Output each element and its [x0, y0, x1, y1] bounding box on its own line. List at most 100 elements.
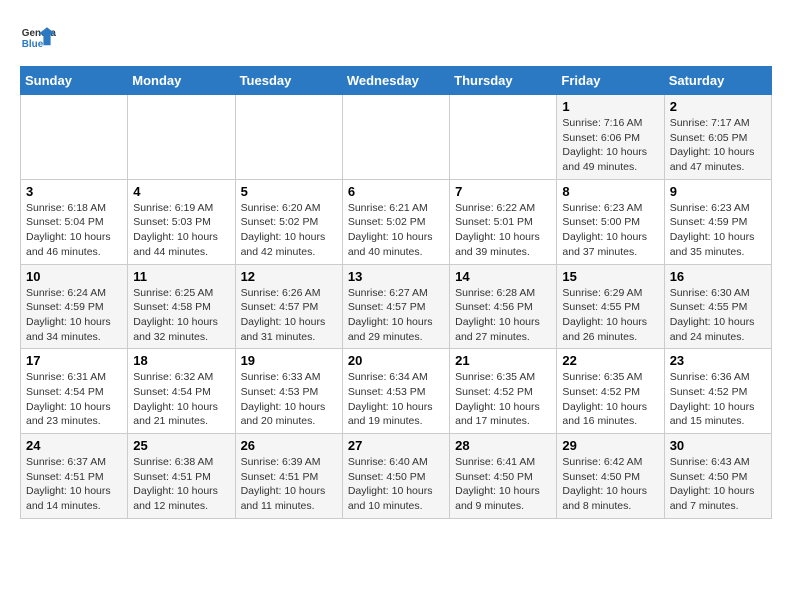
day-info: Sunrise: 6:35 AM Sunset: 4:52 PM Dayligh… — [562, 370, 658, 429]
svg-text:Blue: Blue — [22, 39, 44, 50]
day-number: 27 — [348, 438, 444, 453]
day-info: Sunrise: 6:34 AM Sunset: 4:53 PM Dayligh… — [348, 370, 444, 429]
day-info: Sunrise: 6:27 AM Sunset: 4:57 PM Dayligh… — [348, 286, 444, 345]
day-number: 7 — [455, 184, 551, 199]
weekday-header-saturday: Saturday — [664, 67, 771, 95]
day-cell — [235, 95, 342, 180]
weekday-header-sunday: Sunday — [21, 67, 128, 95]
day-info: Sunrise: 6:40 AM Sunset: 4:50 PM Dayligh… — [348, 455, 444, 514]
day-cell: 13 Sunrise: 6:27 AM Sunset: 4:57 PM Dayli… — [342, 264, 449, 349]
weekday-header-friday: Friday — [557, 67, 664, 95]
week-row-4: 17 Sunrise: 6:31 AM Sunset: 4:54 PM Dayli… — [21, 349, 772, 434]
day-cell: 15 Sunrise: 6:29 AM Sunset: 4:55 PM Dayli… — [557, 264, 664, 349]
week-row-2: 3Sunrise: 6:18 AM Sunset: 5:04 PM Daylig… — [21, 179, 772, 264]
day-number: 28 — [455, 438, 551, 453]
day-info: Sunrise: 6:31 AM Sunset: 4:54 PM Dayligh… — [26, 370, 122, 429]
day-info: Sunrise: 6:24 AM Sunset: 4:59 PM Dayligh… — [26, 286, 122, 345]
day-info: Sunrise: 6:22 AM Sunset: 5:01 PM Dayligh… — [455, 201, 551, 260]
day-cell — [342, 95, 449, 180]
logo-icon: General Blue — [20, 20, 56, 56]
day-number: 29 — [562, 438, 658, 453]
day-number: 13 — [348, 269, 444, 284]
weekday-header-thursday: Thursday — [450, 67, 557, 95]
day-cell: 20 Sunrise: 6:34 AM Sunset: 4:53 PM Dayli… — [342, 349, 449, 434]
day-number: 16 — [670, 269, 766, 284]
weekday-header-monday: Monday — [128, 67, 235, 95]
day-info: Sunrise: 6:19 AM Sunset: 5:03 PM Dayligh… — [133, 201, 229, 260]
weekday-header-wednesday: Wednesday — [342, 67, 449, 95]
day-number: 30 — [670, 438, 766, 453]
logo: General Blue — [20, 20, 56, 56]
calendar-table: SundayMondayTuesdayWednesdayThursdayFrid… — [20, 66, 772, 519]
day-cell: 8Sunrise: 6:23 AM Sunset: 5:00 PM Daylig… — [557, 179, 664, 264]
day-number: 18 — [133, 353, 229, 368]
day-number: 9 — [670, 184, 766, 199]
day-info: Sunrise: 6:33 AM Sunset: 4:53 PM Dayligh… — [241, 370, 337, 429]
day-cell: 28 Sunrise: 6:41 AM Sunset: 4:50 PM Dayli… — [450, 434, 557, 519]
day-info: Sunrise: 6:21 AM Sunset: 5:02 PM Dayligh… — [348, 201, 444, 260]
day-cell: 16 Sunrise: 6:30 AM Sunset: 4:55 PM Dayli… — [664, 264, 771, 349]
day-cell: 26 Sunrise: 6:39 AM Sunset: 4:51 PM Dayli… — [235, 434, 342, 519]
day-info: Sunrise: 6:28 AM Sunset: 4:56 PM Dayligh… — [455, 286, 551, 345]
week-row-3: 10 Sunrise: 6:24 AM Sunset: 4:59 PM Dayli… — [21, 264, 772, 349]
day-number: 19 — [241, 353, 337, 368]
day-info: Sunrise: 6:32 AM Sunset: 4:54 PM Dayligh… — [133, 370, 229, 429]
day-info: Sunrise: 6:43 AM Sunset: 4:50 PM Dayligh… — [670, 455, 766, 514]
day-number: 10 — [26, 269, 122, 284]
day-cell: 17 Sunrise: 6:31 AM Sunset: 4:54 PM Dayli… — [21, 349, 128, 434]
weekday-header-tuesday: Tuesday — [235, 67, 342, 95]
day-cell: 14Sunrise: 6:28 AM Sunset: 4:56 PM Dayli… — [450, 264, 557, 349]
day-cell: 21Sunrise: 6:35 AM Sunset: 4:52 PM Dayli… — [450, 349, 557, 434]
day-cell: 3Sunrise: 6:18 AM Sunset: 5:04 PM Daylig… — [21, 179, 128, 264]
day-info: Sunrise: 6:41 AM Sunset: 4:50 PM Dayligh… — [455, 455, 551, 514]
day-cell: 12 Sunrise: 6:26 AM Sunset: 4:57 PM Dayli… — [235, 264, 342, 349]
day-number: 24 — [26, 438, 122, 453]
day-number: 23 — [670, 353, 766, 368]
calendar-header: SundayMondayTuesdayWednesdayThursdayFrid… — [21, 67, 772, 95]
day-cell: 2Sunrise: 7:17 AM Sunset: 6:05 PM Daylig… — [664, 95, 771, 180]
header: General Blue — [20, 20, 772, 56]
day-number: 20 — [348, 353, 444, 368]
day-cell: 25 Sunrise: 6:38 AM Sunset: 4:51 PM Dayli… — [128, 434, 235, 519]
day-cell — [128, 95, 235, 180]
day-cell: 6 Sunrise: 6:21 AM Sunset: 5:02 PM Daylig… — [342, 179, 449, 264]
day-cell: 30 Sunrise: 6:43 AM Sunset: 4:50 PM Dayli… — [664, 434, 771, 519]
day-info: Sunrise: 6:39 AM Sunset: 4:51 PM Dayligh… — [241, 455, 337, 514]
day-number: 17 — [26, 353, 122, 368]
day-number: 15 — [562, 269, 658, 284]
day-info: Sunrise: 6:37 AM Sunset: 4:51 PM Dayligh… — [26, 455, 122, 514]
day-info: Sunrise: 6:42 AM Sunset: 4:50 PM Dayligh… — [562, 455, 658, 514]
day-number: 2 — [670, 99, 766, 114]
day-info: Sunrise: 6:23 AM Sunset: 4:59 PM Dayligh… — [670, 201, 766, 260]
day-cell: 10 Sunrise: 6:24 AM Sunset: 4:59 PM Dayli… — [21, 264, 128, 349]
day-cell: 11 Sunrise: 6:25 AM Sunset: 4:58 PM Dayli… — [128, 264, 235, 349]
day-number: 26 — [241, 438, 337, 453]
day-cell: 9 Sunrise: 6:23 AM Sunset: 4:59 PM Daylig… — [664, 179, 771, 264]
day-cell: 4Sunrise: 6:19 AM Sunset: 5:03 PM Daylig… — [128, 179, 235, 264]
day-number: 11 — [133, 269, 229, 284]
day-info: Sunrise: 6:38 AM Sunset: 4:51 PM Dayligh… — [133, 455, 229, 514]
day-info: Sunrise: 6:26 AM Sunset: 4:57 PM Dayligh… — [241, 286, 337, 345]
day-cell: 19 Sunrise: 6:33 AM Sunset: 4:53 PM Dayli… — [235, 349, 342, 434]
day-info: Sunrise: 6:35 AM Sunset: 4:52 PM Dayligh… — [455, 370, 551, 429]
weekday-row: SundayMondayTuesdayWednesdayThursdayFrid… — [21, 67, 772, 95]
day-number: 12 — [241, 269, 337, 284]
day-cell: 24 Sunrise: 6:37 AM Sunset: 4:51 PM Dayli… — [21, 434, 128, 519]
day-cell: 22Sunrise: 6:35 AM Sunset: 4:52 PM Dayli… — [557, 349, 664, 434]
day-cell: 5 Sunrise: 6:20 AM Sunset: 5:02 PM Daylig… — [235, 179, 342, 264]
day-number: 25 — [133, 438, 229, 453]
day-info: Sunrise: 6:30 AM Sunset: 4:55 PM Dayligh… — [670, 286, 766, 345]
day-info: Sunrise: 6:29 AM Sunset: 4:55 PM Dayligh… — [562, 286, 658, 345]
day-number: 5 — [241, 184, 337, 199]
week-row-1: 1Sunrise: 7:16 AM Sunset: 6:06 PM Daylig… — [21, 95, 772, 180]
day-info: Sunrise: 6:23 AM Sunset: 5:00 PM Dayligh… — [562, 201, 658, 260]
day-cell: 7 Sunrise: 6:22 AM Sunset: 5:01 PM Daylig… — [450, 179, 557, 264]
day-cell — [21, 95, 128, 180]
day-number: 6 — [348, 184, 444, 199]
day-info: Sunrise: 6:20 AM Sunset: 5:02 PM Dayligh… — [241, 201, 337, 260]
day-info: Sunrise: 6:18 AM Sunset: 5:04 PM Dayligh… — [26, 201, 122, 260]
day-info: Sunrise: 6:25 AM Sunset: 4:58 PM Dayligh… — [133, 286, 229, 345]
day-number: 1 — [562, 99, 658, 114]
week-row-5: 24 Sunrise: 6:37 AM Sunset: 4:51 PM Dayli… — [21, 434, 772, 519]
calendar-body: 1Sunrise: 7:16 AM Sunset: 6:06 PM Daylig… — [21, 95, 772, 519]
